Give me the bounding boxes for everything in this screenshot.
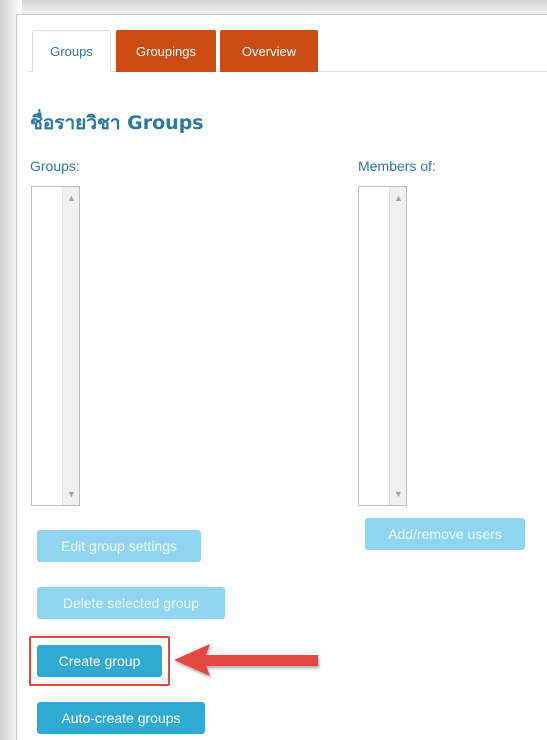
- auto-create-groups-button[interactable]: Auto-create groups: [37, 702, 205, 734]
- tab-groupings-label: Groupings: [136, 43, 196, 59]
- scroll-up-icon[interactable]: ▲: [390, 191, 407, 205]
- tab-groupings[interactable]: Groupings: [116, 30, 216, 72]
- members-label: Members of:: [358, 158, 436, 174]
- scroll-down-icon[interactable]: ▼: [63, 487, 80, 501]
- members-listbox[interactable]: ▲ ▼: [358, 186, 407, 506]
- tab-groups[interactable]: Groups: [32, 30, 111, 72]
- annotation-arrow-icon: [174, 644, 318, 676]
- tab-overview[interactable]: Overview: [220, 30, 318, 72]
- groups-scrollbar[interactable]: ▲ ▼: [62, 187, 79, 505]
- groups-listbox[interactable]: ▲ ▼: [31, 186, 80, 506]
- page-title: ชื่อรายวิชา Groups: [30, 112, 204, 134]
- scroll-down-icon[interactable]: ▼: [390, 487, 407, 501]
- add-remove-users-button[interactable]: Add/remove users: [365, 518, 525, 550]
- scroll-up-icon[interactable]: ▲: [63, 191, 80, 205]
- create-group-button[interactable]: Create group: [37, 645, 162, 677]
- tab-groups-label: Groups: [50, 43, 93, 59]
- delete-selected-group-button[interactable]: Delete selected group: [37, 587, 225, 619]
- members-scrollbar[interactable]: ▲ ▼: [389, 187, 406, 505]
- groups-label: Groups:: [30, 158, 80, 174]
- edit-group-settings-button[interactable]: Edit group settings: [37, 530, 201, 562]
- tab-overview-label: Overview: [241, 43, 297, 59]
